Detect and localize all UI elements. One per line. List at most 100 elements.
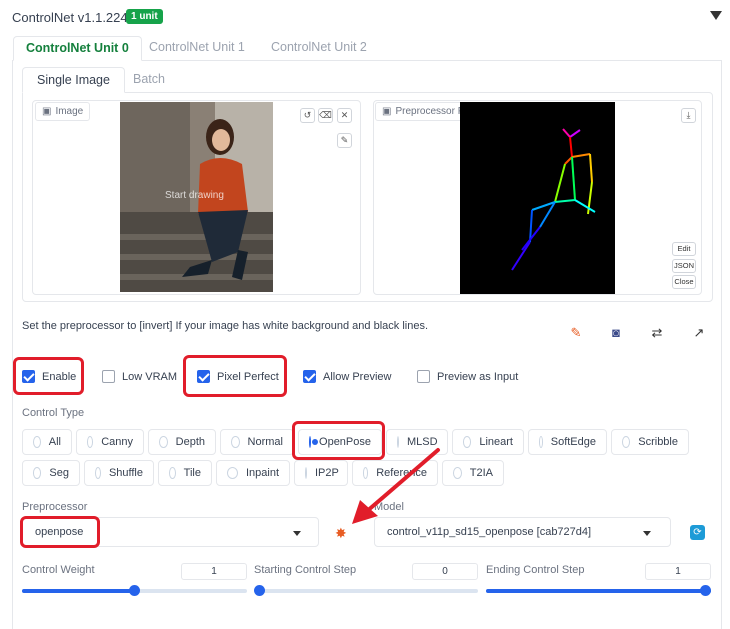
tab-single-image[interactable]: Single Image <box>22 67 125 93</box>
preview-as-input-check-icon[interactable] <box>417 370 430 383</box>
edit-file-icon[interactable]: ✎ <box>562 319 590 347</box>
ending-step-input[interactable]: 1 <box>645 563 711 580</box>
radio-dot[interactable] <box>33 467 42 479</box>
radio-dot[interactable] <box>539 436 543 448</box>
slider-knob[interactable] <box>700 585 711 596</box>
starting-step-slider[interactable] <box>254 589 478 593</box>
radio-dot[interactable] <box>231 436 240 448</box>
json-button[interactable]: JSON <box>672 259 696 273</box>
chevron-down-icon <box>643 531 651 536</box>
image-label: ▣ Image <box>35 102 91 121</box>
radio-label: Inpaint <box>245 467 279 479</box>
radio-dot[interactable] <box>159 436 168 448</box>
radio-t2ia[interactable]: T2IA <box>442 460 504 486</box>
brush-icon[interactable]: ✎ <box>337 133 352 148</box>
radio-seg[interactable]: Seg <box>22 460 80 486</box>
low-vram-label: Low VRAM <box>122 370 178 383</box>
radio-canny[interactable]: Canny <box>76 429 144 455</box>
enable-check-icon[interactable] <box>22 370 35 383</box>
tab-unit-2[interactable]: ControlNet Unit 2 <box>259 36 379 61</box>
radio-label: Shuffle <box>108 467 143 479</box>
ending-step-label: Ending Control Step <box>486 564 585 576</box>
radio-all[interactable]: All <box>22 429 72 455</box>
tab-batch[interactable]: Batch <box>119 67 179 93</box>
radio-softedge[interactable]: SoftEdge <box>528 429 607 455</box>
slider-knob[interactable] <box>129 585 140 596</box>
radio-label: SoftEdge <box>550 436 596 448</box>
swap-icon[interactable]: ⇄ <box>643 319 671 347</box>
radio-label: Scribble <box>638 436 678 448</box>
invert-hint-text: Set the preprocessor to [invert] If your… <box>22 320 428 332</box>
refresh-icon[interactable]: ⟳ <box>690 525 705 540</box>
radio-normal[interactable]: Normal <box>220 429 294 455</box>
radio-dot[interactable] <box>463 436 472 448</box>
radio-dot[interactable] <box>87 436 94 448</box>
send-icon[interactable]: ↗ <box>685 319 713 347</box>
close-preview-button[interactable]: Close <box>672 275 696 289</box>
image-icon: ▣ <box>42 106 52 117</box>
enable-label: Enable <box>42 370 77 383</box>
pixel-perfect-checkbox[interactable]: Pixel Perfect <box>197 370 279 383</box>
radio-dot[interactable] <box>227 467 238 479</box>
close-icon[interactable]: ✕ <box>337 108 352 123</box>
tab-unit-1[interactable]: ControlNet Unit 1 <box>137 36 257 61</box>
radio-label: IP2P <box>315 467 339 479</box>
preprocessor-label: Preprocessor <box>22 501 88 513</box>
eraser-icon[interactable]: ⌫ <box>318 108 333 123</box>
allow-preview-checkbox[interactable]: Allow Preview <box>303 370 391 383</box>
chevron-down-icon <box>293 531 301 536</box>
undo-icon[interactable]: ↺ <box>300 108 315 123</box>
slider-knob[interactable] <box>254 585 265 596</box>
openpose-preview-image <box>460 102 615 294</box>
edit-button[interactable]: Edit <box>672 242 696 256</box>
highlight-preprocessor <box>20 516 100 548</box>
slider-fill <box>486 589 711 593</box>
radio-label: All <box>48 436 61 448</box>
unit-count-badge: 1 unit <box>126 9 163 24</box>
radio-label: Depth <box>175 436 205 448</box>
control-weight-label: Control Weight <box>22 564 95 576</box>
radio-dot[interactable] <box>95 467 101 479</box>
radio-label: Tile <box>183 467 201 479</box>
radio-shuffle[interactable]: Shuffle <box>84 460 154 486</box>
radio-lineart[interactable]: Lineart <box>452 429 524 455</box>
tab-unit-0[interactable]: ControlNet Unit 0 <box>13 36 142 61</box>
radio-inpaint[interactable]: Inpaint <box>216 460 290 486</box>
collapse-triangle-icon[interactable] <box>710 11 722 20</box>
control-type-label: Control Type <box>22 407 85 419</box>
radio-label: Seg <box>49 467 69 479</box>
radio-dot[interactable] <box>453 467 462 479</box>
radio-dot[interactable] <box>169 467 176 479</box>
enable-checkbox[interactable]: Enable <box>22 370 76 383</box>
radio-depth[interactable]: Depth <box>148 429 216 455</box>
low-vram-check-icon[interactable] <box>102 370 115 383</box>
starting-step-label: Starting Control Step <box>254 564 357 576</box>
radio-label: T2IA <box>469 467 493 479</box>
radio-label: Lineart <box>479 436 513 448</box>
start-drawing-text: Start drawing <box>165 190 224 201</box>
low-vram-checkbox[interactable]: Low VRAM <box>102 370 177 383</box>
preview-as-input-label: Preview as Input <box>437 370 519 383</box>
radio-dot[interactable] <box>33 436 41 448</box>
radio-tile[interactable]: Tile <box>158 460 212 486</box>
annotation-arrow <box>352 448 440 524</box>
starting-step-input[interactable]: 0 <box>412 563 478 580</box>
image-icon: ▣ <box>382 106 392 117</box>
radio-label: Normal <box>247 436 283 448</box>
pixel-perfect-check-icon[interactable] <box>197 370 210 383</box>
allow-preview-check-icon[interactable] <box>303 370 316 383</box>
radio-scribble[interactable]: Scribble <box>611 429 689 455</box>
image-label-text: Image <box>55 106 84 117</box>
ending-step-slider[interactable] <box>486 589 711 593</box>
allow-preview-label: Allow Preview <box>323 370 392 383</box>
radio-dot[interactable] <box>622 436 631 448</box>
radio-dot[interactable] <box>305 467 307 479</box>
slider-fill <box>22 589 135 593</box>
app-title: ControlNet v1.1.224 <box>12 10 128 25</box>
radio-label: Canny <box>101 436 133 448</box>
camera-icon[interactable]: ◙ <box>602 319 630 347</box>
preview-as-input-checkbox[interactable]: Preview as Input <box>417 370 518 383</box>
control-weight-input[interactable]: 1 <box>181 563 247 580</box>
pixel-perfect-label: Pixel Perfect <box>217 370 279 383</box>
download-icon[interactable]: ⤓ <box>681 108 696 123</box>
